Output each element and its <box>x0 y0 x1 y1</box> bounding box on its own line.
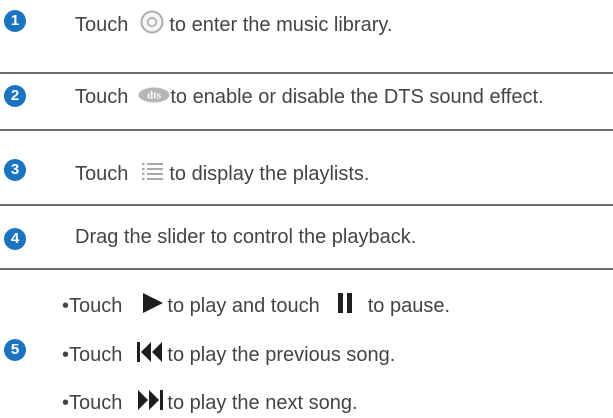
step-4-label: Drag the slider to control the playback. <box>75 226 417 248</box>
playlist-icon <box>142 161 164 187</box>
step-5-bullet-previous: • Touch to play the previous song. <box>62 340 395 370</box>
music-library-disc-icon <box>140 10 164 40</box>
step-1-text: Touch to enter the music library. <box>75 10 392 40</box>
bullet: • <box>62 295 70 317</box>
step-number-badge: 4 <box>4 228 26 250</box>
previous-song-icon <box>136 340 164 370</box>
next-song-icon <box>136 388 164 418</box>
bullet-after: to pause. <box>367 295 451 317</box>
bullet-before: Touch <box>69 392 123 414</box>
bullet-after: to play the next song. <box>167 392 358 414</box>
step-3-after: to display the playlists. <box>169 163 370 185</box>
svg-text:dts: dts <box>147 90 162 102</box>
bullet-middle: to play and touch <box>167 295 320 317</box>
step-2: 2 Touch dts to enable or disable the DTS… <box>0 74 613 124</box>
step-1-after: to enter the music library. <box>169 14 393 36</box>
step-4-text: Drag the slider to control the playback. <box>75 225 416 249</box>
step-1: 1 Touch to enter the music library. <box>0 0 613 47</box>
play-icon <box>140 291 164 321</box>
bullet-before: Touch <box>69 344 123 366</box>
step-5: 5 • Touch to play and touch to pause. • … <box>0 270 613 418</box>
dts-icon: dts <box>138 85 170 109</box>
step-number-badge: 3 <box>4 159 26 181</box>
bullet: • <box>62 392 70 414</box>
pause-icon <box>335 291 355 321</box>
step-2-text: Touch dts to enable or disable the DTS s… <box>75 85 544 109</box>
step-3: 3 Touch to display the playlists. <box>0 131 613 186</box>
step-5-bullet-next: • Touch to play the next song. <box>62 388 358 418</box>
step-4: 4 Drag the slider to control the playbac… <box>0 206 613 266</box>
step-1-before: Touch <box>75 14 129 36</box>
bullet-before: Touch <box>69 295 123 317</box>
bullet: • <box>62 344 70 366</box>
step-3-before: Touch <box>75 163 129 185</box>
bullet-after: to play the previous song. <box>167 344 396 366</box>
step-5-bullet-play-pause: • Touch to play and touch to pause. <box>62 291 450 321</box>
step-2-after: to enable or disable the DTS sound effec… <box>170 86 544 108</box>
step-3-text: Touch to display the playlists. <box>75 161 369 187</box>
step-2-before: Touch <box>75 86 129 108</box>
step-number-badge: 2 <box>4 85 26 107</box>
step-number-badge: 5 <box>4 339 26 361</box>
step-number-badge: 1 <box>4 10 26 32</box>
